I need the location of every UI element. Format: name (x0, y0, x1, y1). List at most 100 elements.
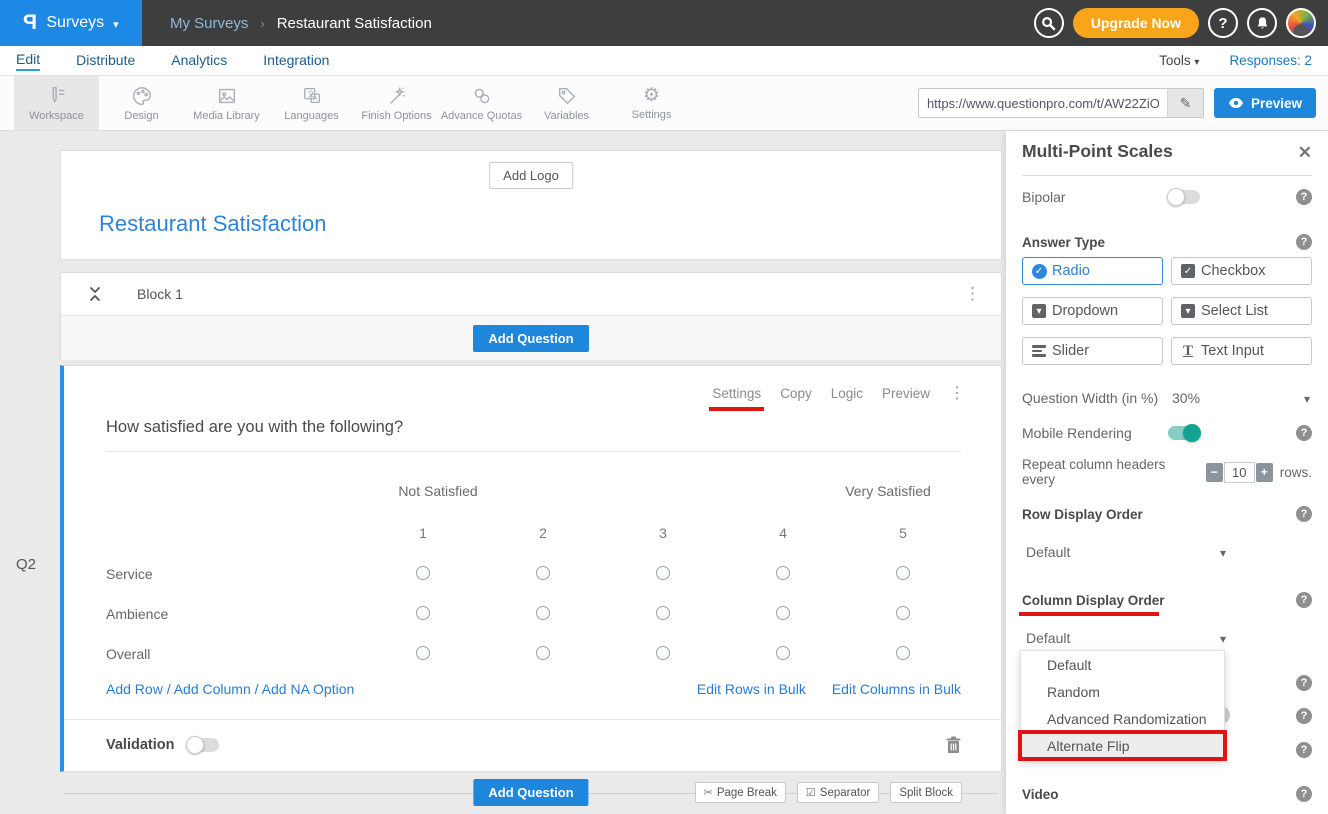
radio-button[interactable] (416, 646, 430, 660)
split-block-button[interactable]: Split Block (890, 782, 962, 803)
question-text[interactable]: How satisfied are you with the following… (106, 418, 403, 437)
menu-item-random[interactable]: Random (1021, 678, 1224, 705)
toolbar-languages[interactable]: 文A Languages (269, 76, 354, 130)
toolbar-variables[interactable]: Variables (524, 76, 609, 130)
radio-button[interactable] (776, 566, 790, 580)
column-header[interactable]: 1 (363, 525, 483, 541)
product-switcher[interactable]: P Surveys ▾ (0, 0, 142, 46)
column-header[interactable]: 3 (603, 525, 723, 541)
survey-title[interactable]: Restaurant Satisfaction (99, 211, 326, 237)
help-icon[interactable]: ? (1296, 189, 1312, 205)
radio-button[interactable] (776, 606, 790, 620)
add-column-link[interactable]: Add Column (174, 681, 251, 697)
column-header[interactable]: 4 (723, 525, 843, 541)
search-button[interactable] (1034, 8, 1064, 38)
collapse-icon[interactable] (88, 286, 102, 302)
matrix-row-label[interactable]: Service (106, 566, 153, 582)
separator-button[interactable]: ☑Separator (797, 782, 879, 803)
answer-type-slider[interactable]: Slider (1022, 337, 1163, 365)
tab-edit[interactable]: Edit (16, 51, 40, 71)
answer-type-select-list[interactable]: ▾Select List (1171, 297, 1312, 325)
radio-button[interactable] (776, 646, 790, 660)
validation-toggle[interactable] (187, 738, 219, 752)
page-break-button[interactable]: ✂Page Break (695, 782, 786, 803)
column-header[interactable]: 2 (483, 525, 603, 541)
help-icon[interactable]: ? (1296, 234, 1312, 250)
help-button[interactable]: ? (1208, 8, 1238, 38)
help-icon[interactable]: ? (1296, 742, 1312, 758)
repeat-count-input[interactable] (1224, 462, 1255, 483)
mobile-rendering-toggle[interactable] (1168, 426, 1200, 440)
tab-distribute[interactable]: Distribute (76, 52, 135, 70)
answer-type-text-input[interactable]: TText Input (1171, 337, 1312, 365)
tab-analytics[interactable]: Analytics (171, 52, 227, 70)
radio-button[interactable] (536, 606, 550, 620)
increment-button[interactable]: + (1256, 463, 1273, 482)
help-icon[interactable]: ? (1296, 708, 1312, 724)
scale-left-label[interactable]: Not Satisfied (363, 483, 513, 499)
tab-integration[interactable]: Integration (263, 52, 329, 70)
survey-url-input[interactable] (919, 89, 1167, 117)
column-header[interactable]: 5 (843, 525, 963, 541)
answer-type-radio[interactable]: ✓Radio (1022, 257, 1163, 285)
tools-menu[interactable]: Tools ▾ (1159, 53, 1199, 68)
decrement-button[interactable]: − (1206, 463, 1223, 482)
user-avatar[interactable] (1286, 8, 1316, 38)
tab-logic[interactable]: Logic (831, 386, 863, 401)
toolbar-finish-options[interactable]: Finish Options (354, 76, 439, 130)
add-logo-button[interactable]: Add Logo (489, 162, 573, 189)
matrix-row-label[interactable]: Overall (106, 646, 150, 662)
preview-button[interactable]: Preview (1214, 88, 1316, 118)
add-na-option-link[interactable]: Add NA Option (262, 681, 355, 697)
block-menu-icon[interactable]: ⋮ (964, 284, 981, 304)
row-display-order-select[interactable]: Default ▾ (1022, 544, 1312, 562)
edit-rows-bulk-link[interactable]: Edit Rows in Bulk (697, 681, 806, 697)
toolbar-media-library[interactable]: Media Library (184, 76, 269, 130)
add-question-button[interactable]: Add Question (473, 779, 588, 806)
tab-preview[interactable]: Preview (882, 386, 930, 401)
toolbar-design[interactable]: Design (99, 76, 184, 130)
scale-right-label[interactable]: Very Satisfied (813, 483, 963, 499)
radio-button[interactable] (416, 566, 430, 580)
help-icon[interactable]: ? (1296, 592, 1312, 608)
chevron-down-icon[interactable]: ▾ (1304, 392, 1310, 406)
upgrade-now-button[interactable]: Upgrade Now (1073, 8, 1199, 38)
edit-columns-bulk-link[interactable]: Edit Columns in Bulk (832, 681, 961, 697)
radio-button[interactable] (896, 646, 910, 660)
answer-type-checkbox[interactable]: ✓Checkbox (1171, 257, 1312, 285)
radio-button[interactable] (656, 606, 670, 620)
menu-item-default[interactable]: Default (1021, 651, 1224, 678)
responses-link[interactable]: Responses: 2 (1229, 53, 1312, 68)
help-icon[interactable]: ? (1296, 675, 1312, 691)
menu-item-advanced-randomization[interactable]: Advanced Randomization (1021, 705, 1224, 732)
question-menu-icon[interactable]: ⋮ (949, 383, 965, 403)
delete-question-button[interactable] (946, 736, 961, 754)
close-icon[interactable]: ✕ (1298, 143, 1312, 163)
add-question-button[interactable]: Add Question (473, 325, 588, 352)
help-icon[interactable]: ? (1296, 425, 1312, 441)
help-icon[interactable]: ? (1296, 506, 1312, 522)
question-width-select[interactable]: 30% (1172, 390, 1200, 406)
radio-button[interactable] (536, 566, 550, 580)
breadcrumb-my-surveys[interactable]: My Surveys (170, 15, 248, 32)
block-title[interactable]: Block 1 (137, 286, 183, 302)
tab-settings[interactable]: Settings (712, 386, 761, 401)
edit-url-button[interactable]: ✎ (1167, 89, 1203, 117)
toolbar-settings[interactable]: ⚙ Settings (609, 76, 694, 130)
radio-button[interactable] (536, 646, 550, 660)
toolbar-advance-quotas[interactable]: Advance Quotas (439, 76, 524, 130)
tab-copy[interactable]: Copy (780, 386, 812, 401)
column-display-order-select[interactable]: Default ▾ (1022, 630, 1312, 648)
radio-button[interactable] (656, 566, 670, 580)
matrix-row-label[interactable]: Ambience (106, 606, 168, 622)
add-row-link[interactable]: Add Row (106, 681, 163, 697)
bipolar-toggle[interactable] (1168, 190, 1200, 204)
toolbar-workspace[interactable]: Workspace (14, 76, 99, 130)
menu-item-alternate-flip[interactable]: Alternate Flip (1018, 730, 1227, 761)
radio-button[interactable] (896, 606, 910, 620)
help-icon[interactable]: ? (1296, 786, 1312, 802)
radio-button[interactable] (416, 606, 430, 620)
radio-button[interactable] (896, 566, 910, 580)
answer-type-dropdown[interactable]: ▾Dropdown (1022, 297, 1163, 325)
notifications-button[interactable] (1247, 8, 1277, 38)
